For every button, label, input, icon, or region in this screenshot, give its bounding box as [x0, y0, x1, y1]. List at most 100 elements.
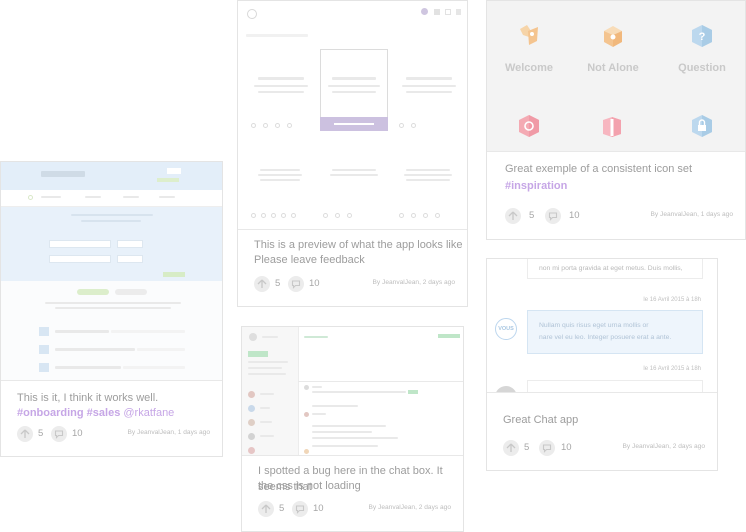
dashboard-form-input — [49, 240, 111, 248]
card-dashboard[interactable]: This is it, I think it works well. #onbo… — [0, 161, 223, 457]
wireframe-toolbar-icon — [421, 8, 428, 15]
comment-icon — [291, 280, 301, 289]
card-icons[interactable]: Welcome Not Alone ? Question Great exemp… — [486, 0, 746, 240]
chat-contact-avatar — [248, 391, 255, 398]
icon-label-welcome: Welcome — [504, 62, 554, 74]
gift-icon — [603, 117, 621, 137]
like-button[interactable] — [258, 501, 274, 517]
card-icons-description: Great exemple of a consistent icon set — [505, 163, 693, 175]
wireframe-item-bar — [260, 169, 300, 171]
dashboard-list-icon — [39, 363, 49, 372]
chat-divider — [298, 381, 463, 382]
chat-message-avatar — [304, 449, 309, 454]
dashboard-submit-button — [163, 272, 185, 277]
wireframe-item-bar — [406, 169, 450, 171]
chat-message-line — [312, 445, 378, 447]
wireframe-rating-dot — [411, 123, 416, 128]
dashboard-list-bar — [55, 366, 121, 369]
card-dashboard-preview[interactable] — [1, 162, 222, 381]
chat-contact-name — [260, 421, 272, 423]
chat-contact-name — [260, 393, 274, 395]
card-chatapp-preview[interactable]: non mi porta gravida at eget metus. Duis… — [487, 259, 717, 393]
card-icons-preview[interactable]: Welcome Not Alone ? Question — [487, 1, 745, 152]
wireframe-item-bar — [332, 77, 376, 80]
chat-sidebar-line — [248, 373, 286, 375]
dashboard-list-bar — [55, 348, 135, 351]
arrow-up-icon — [508, 211, 518, 220]
card-chatbug[interactable]: I spotted a bug here in the chat box. It… — [241, 326, 464, 532]
wireframe-item-bar — [332, 169, 376, 171]
dashboard-tab-bar — [159, 196, 175, 198]
chat-message-avatar — [304, 385, 309, 390]
like-button[interactable] — [17, 426, 33, 442]
wireframe-heading — [246, 34, 308, 37]
wireframe-item-bar — [330, 174, 378, 176]
card-icons-meta: By JeanvalJean, 1 days ago — [650, 211, 733, 218]
wireframe-item-bar — [332, 91, 376, 93]
card-chatbug-description-line2: the css is not loading — [258, 480, 361, 492]
comment-count: 10 — [309, 278, 320, 289]
mention-link[interactable]: @rkatfane — [123, 407, 174, 419]
chat-message-line — [312, 413, 326, 415]
comment-button[interactable] — [539, 440, 555, 456]
arrow-up-icon — [261, 504, 271, 513]
comment-button[interactable] — [288, 276, 304, 292]
wireframe-rating-dot — [399, 123, 404, 128]
card-chatapp[interactable]: non mi porta gravida at eget metus. Duis… — [486, 258, 718, 471]
dashboard-header-button — [167, 168, 181, 174]
wireframe-item-bar — [402, 85, 456, 87]
comment-button[interactable] — [545, 208, 561, 224]
comment-icon — [54, 430, 64, 439]
wireframe-item-bar — [258, 77, 304, 80]
chat-green-pill — [248, 351, 268, 357]
wireframe-rating-dot — [423, 213, 428, 218]
card-chatbug-preview[interactable] — [242, 327, 463, 456]
dashboard-form-line — [81, 220, 141, 222]
card-wireframe[interactable]: This is a preview of what the app looks … — [237, 0, 468, 307]
chat-contact-avatar — [248, 433, 255, 440]
tag-sales[interactable]: #sales — [87, 407, 121, 419]
dashboard-title-bar — [41, 171, 85, 177]
like-button[interactable] — [503, 440, 519, 456]
chat-message-line — [312, 425, 386, 427]
wireframe-rating-dot — [347, 213, 352, 218]
dashboard-list-icon — [39, 345, 49, 354]
dashboard-tab-bar — [85, 196, 101, 198]
wireframe-item-bar — [258, 174, 302, 176]
wireframe-item-bar — [258, 91, 304, 93]
wireframe-rating-dot — [323, 213, 328, 218]
comment-count: 10 — [313, 503, 324, 514]
wireframe-rating-dot — [287, 123, 292, 128]
arrow-up-icon — [506, 443, 516, 452]
chat-message-line — [312, 391, 406, 393]
like-button[interactable] — [505, 208, 521, 224]
wireframe-rating-dot — [435, 213, 440, 218]
card-wireframe-preview[interactable] — [238, 1, 467, 230]
like-button[interactable] — [254, 276, 270, 292]
tag-inspiration[interactable]: #inspiration — [505, 179, 567, 195]
wireframe-rating-dot — [261, 213, 266, 218]
chat-topbar-line — [304, 336, 328, 338]
card-dashboard-meta: By JeanvalJean, 1 days ago — [127, 429, 210, 436]
like-count: 5 — [279, 503, 285, 514]
chat-bubble-outgoing — [527, 310, 703, 354]
dashboard-list-track — [111, 330, 185, 333]
card-dashboard-tags: #onboarding #sales @rkatfane — [17, 406, 174, 422]
tag-onboarding[interactable]: #onboarding — [17, 407, 84, 419]
comment-button[interactable] — [51, 426, 67, 442]
chat-contact-name — [260, 435, 274, 437]
chat-sidebar-line — [248, 361, 288, 363]
chat-contact-avatar — [248, 447, 255, 454]
wireframe-rating-dot — [275, 123, 280, 128]
comment-count: 10 — [569, 210, 580, 221]
dashboard-pill-green — [77, 289, 109, 295]
chat-topbar-button — [438, 334, 460, 338]
card-chatbug-actions: 5 10 By JeanvalJean, 2 days ago — [258, 501, 451, 519]
dashboard-form-input — [117, 255, 143, 263]
wireframe-rating-dot — [281, 213, 286, 218]
avatar-label: VOUS — [498, 326, 514, 332]
avatar — [249, 333, 257, 341]
comment-button[interactable] — [292, 501, 308, 517]
dashboard-pill-grey — [115, 289, 147, 295]
chat-contact-avatar — [248, 405, 255, 412]
